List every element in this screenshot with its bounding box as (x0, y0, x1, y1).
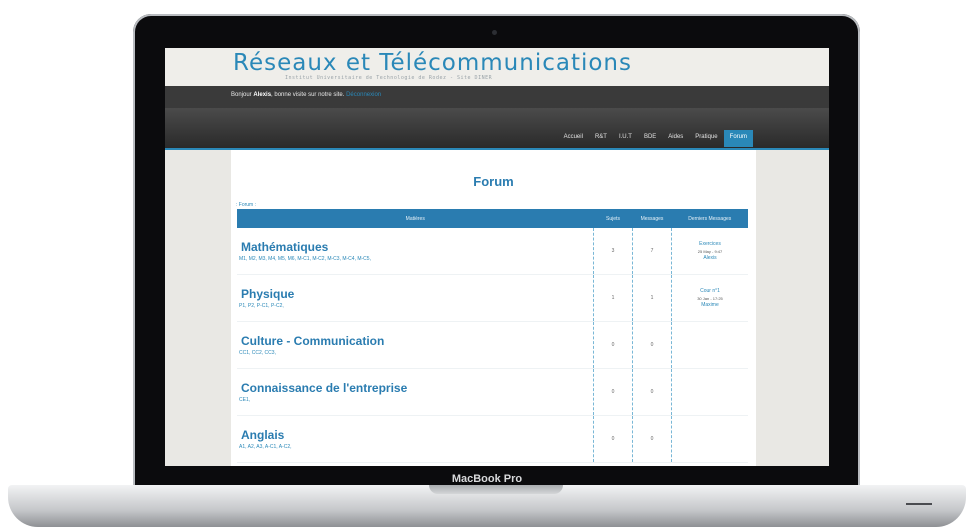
site-header: Réseaux et Télécommunications Institut U… (165, 48, 829, 86)
table-header-row: Matières Sujets Messages Derniers Messag… (237, 209, 748, 228)
nav-item-rt[interactable]: R&T (589, 130, 613, 147)
welcome-suffix: , bonne visite sur notre site. (271, 92, 347, 98)
category-subforums[interactable]: A1, A2, A3, A-C1, A-C2, (237, 444, 593, 450)
messages-count: 7 (632, 228, 672, 275)
category-cell: Physique P1, P2, P-C1, P-C2, (237, 274, 594, 322)
category-cell: Connaissance de l'entreprise CE1, (237, 368, 594, 416)
laptop-opening-notch (429, 485, 563, 494)
nav-item-iut[interactable]: I.U.T (613, 130, 638, 147)
forum-content: Forum : Forum : Matières Sujets Messages… (231, 150, 756, 466)
last-message-cell: Cour n°1 30 Jan - 17:25 Maxime (671, 274, 748, 322)
sujets-count: 1 (593, 274, 633, 322)
last-message-link[interactable]: Exercices (672, 241, 748, 248)
table-row[interactable]: Anglais A1, A2, A3, A-C1, A-C2, 0 0 (237, 415, 748, 463)
table-row[interactable]: Culture - Communication CC1, CC2, CC3, 0 … (237, 321, 748, 369)
sujets-count: 0 (593, 368, 633, 416)
category-link[interactable]: Physique (237, 287, 593, 301)
category-subforums[interactable]: P1, P2, P-C1, P-C2, (237, 303, 593, 309)
category-cell: Culture - Communication CC1, CC2, CC3, (237, 321, 594, 369)
last-message-author[interactable]: Alexis (672, 255, 748, 262)
category-cell: Anglais A1, A2, A3, A-C1, A-C2, (237, 415, 594, 463)
username: Alexis (253, 92, 272, 98)
nav-item-forum[interactable]: Forum (723, 130, 753, 147)
category-link[interactable]: Connaissance de l'entreprise (237, 381, 593, 395)
category-link[interactable]: Mathématiques (237, 240, 593, 254)
category-link[interactable]: Culture - Communication (237, 334, 593, 348)
site-title[interactable]: Réseaux et Télécommunications (233, 50, 632, 76)
messages-count: 0 (632, 415, 672, 463)
last-message-cell (671, 321, 748, 369)
table-row[interactable]: Connaissance de l'entreprise CE1, 0 0 (237, 368, 748, 416)
category-link[interactable]: Anglais (237, 428, 593, 442)
sujets-count: 0 (593, 321, 633, 369)
nav-item-bde[interactable]: BDE (638, 130, 662, 147)
category-subforums[interactable]: CC1, CC2, CC3, (237, 350, 593, 356)
breadcrumb[interactable]: : Forum : (236, 202, 256, 208)
last-message-author[interactable]: Maxime (672, 302, 748, 309)
last-message-cell (671, 368, 748, 416)
forum-table: Matières Sujets Messages Derniers Messag… (237, 209, 748, 463)
nav-item-pratique[interactable]: Pratique (689, 130, 723, 147)
header-messages: Messages (632, 209, 672, 228)
page-title: Forum (473, 174, 514, 189)
laptop-edge-detail (906, 503, 932, 505)
site-subtitle: Institut Universitaire de Technologie de… (285, 75, 493, 81)
main-nav: Accueil R&T I.U.T BDE Aides Pratique For… (558, 130, 753, 147)
category-subforums[interactable]: M1, M2, M3, M4, M5, M6, M-C1, M-C2, M-C3… (237, 256, 593, 262)
messages-count: 0 (632, 321, 672, 369)
logout-link[interactable]: Déconnexion (346, 92, 381, 98)
table-row[interactable]: Mathématiques M1, M2, M3, M4, M5, M6, M-C… (237, 228, 748, 275)
last-message-link[interactable]: Cour n°1 (672, 288, 748, 295)
header-derniers: Derniers Messages (671, 209, 748, 228)
welcome-prefix: Bonjour (231, 92, 254, 98)
device-label: MacBook Pro (451, 473, 523, 485)
table-row[interactable]: Physique P1, P2, P-C1, P-C2, 1 1 Cour n°1… (237, 274, 748, 322)
last-message-cell (671, 415, 748, 463)
laptop-screen: Réseaux et Télécommunications Institut U… (165, 48, 829, 466)
category-subforums[interactable]: CE1, (237, 397, 593, 403)
sujets-count: 0 (593, 415, 633, 463)
header-sujets: Sujets (593, 209, 633, 228)
last-message-cell: Exercices 25 May - 9:47 Alexis (671, 228, 748, 275)
category-cell: Mathématiques M1, M2, M3, M4, M5, M6, M-C… (237, 228, 594, 275)
welcome-message: Bonjour Alexis, bonne visite sur notre s… (231, 92, 381, 98)
messages-count: 1 (632, 274, 672, 322)
last-message-date: 25 May - 9:47 (697, 248, 723, 254)
last-message-date: 30 Jan - 17:25 (697, 295, 723, 301)
nav-item-accueil[interactable]: Accueil (558, 130, 589, 147)
header-matieres: Matières (237, 209, 594, 228)
nav-item-aides[interactable]: Aides (662, 130, 689, 147)
sujets-count: 3 (593, 228, 633, 275)
messages-count: 0 (632, 368, 672, 416)
camera (492, 30, 497, 35)
